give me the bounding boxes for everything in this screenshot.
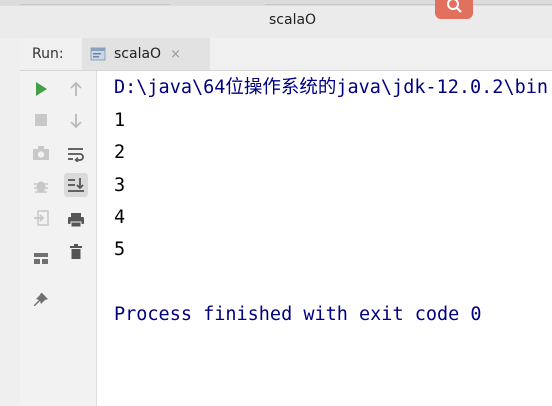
rerun-button[interactable] bbox=[29, 77, 53, 101]
print-button[interactable] bbox=[64, 208, 88, 232]
exit-icon bbox=[34, 210, 49, 226]
previous-occurrence-button[interactable] bbox=[64, 77, 88, 101]
pin-tab-button[interactable] bbox=[29, 288, 53, 312]
console-output-line: 2 bbox=[114, 142, 126, 163]
exit-button[interactable] bbox=[29, 206, 53, 230]
tab-divider bbox=[20, 4, 170, 5]
debug-button[interactable] bbox=[29, 174, 53, 198]
scroll-to-end-icon bbox=[68, 178, 84, 192]
run-panel-header: Run: scalaO × bbox=[20, 38, 552, 71]
stop-button[interactable] bbox=[29, 108, 53, 132]
close-icon[interactable]: × bbox=[170, 47, 181, 62]
debug-icon bbox=[34, 181, 48, 193]
layout-icon bbox=[34, 253, 48, 264]
console-tab-icon bbox=[90, 46, 106, 62]
dump-threads-button[interactable] bbox=[29, 141, 53, 165]
run-tab-scala0[interactable]: scalaO × bbox=[82, 38, 210, 70]
pin-icon bbox=[34, 293, 48, 306]
console-output-line: 4 bbox=[114, 207, 126, 228]
window-title: scalaO bbox=[269, 12, 317, 28]
next-occurrence-button[interactable] bbox=[64, 109, 88, 133]
arrow-up-icon bbox=[70, 81, 82, 96]
stop-icon bbox=[35, 114, 47, 126]
tab-divider bbox=[265, 4, 552, 5]
run-toolbar bbox=[20, 71, 97, 406]
run-icon bbox=[36, 82, 47, 96]
search-button[interactable] bbox=[435, 0, 473, 19]
trash-icon bbox=[70, 244, 82, 259]
arrow-down-icon bbox=[70, 114, 82, 129]
soft-wrap-icon bbox=[68, 148, 84, 162]
clear-all-button[interactable] bbox=[64, 240, 88, 264]
run-label: Run: bbox=[32, 46, 64, 62]
search-icon bbox=[447, 0, 462, 13]
console-output-line: 3 bbox=[114, 175, 126, 196]
console-exit-message: Process finished with exit code 0 bbox=[114, 304, 482, 325]
run-tab-label: scalaO bbox=[114, 46, 162, 62]
soft-wrap-button[interactable] bbox=[64, 142, 88, 166]
scroll-to-end-button[interactable] bbox=[64, 173, 88, 197]
camera-icon bbox=[33, 146, 49, 160]
restore-layout-button[interactable] bbox=[29, 246, 53, 270]
console-output[interactable]: D:\java\64位操作系统的java\jdk-12.0.2\bin 1 2 … bbox=[97, 71, 552, 406]
print-icon bbox=[68, 213, 84, 228]
console-output-line: 1 bbox=[114, 110, 126, 131]
console-output-line: 5 bbox=[114, 239, 126, 260]
title-bar: scalaO bbox=[0, 0, 552, 38]
console-command-line: D:\java\64位操作系统的java\jdk-12.0.2\bin bbox=[114, 77, 549, 98]
left-edge-strip bbox=[0, 0, 20, 406]
